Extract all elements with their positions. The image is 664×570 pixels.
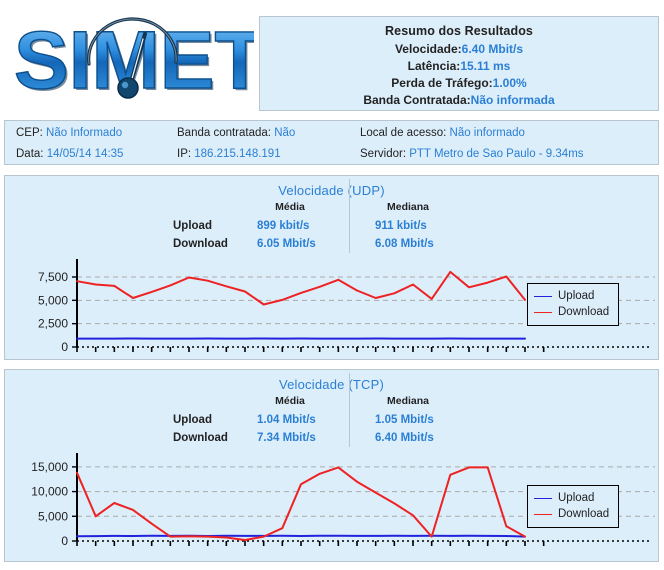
summary-row-perda: Perda de Tráfego:1.00% (260, 75, 658, 92)
summary-title: Resumo dos Resultados (385, 24, 533, 38)
summary-value-latencia: 15.11 ms (460, 59, 511, 73)
summary-value-velocidade: 6.40 Mbit/s (461, 42, 524, 56)
tcp-download-mediana: 6.40 Mbit/s (375, 432, 434, 444)
udp-header-mediana: Mediana (386, 201, 429, 213)
svg-text:0: 0 (61, 534, 68, 548)
udp-row-label-upload: Upload (173, 220, 212, 232)
svg-text:10,000: 10,000 (31, 485, 68, 499)
info-servidor-label: Servidor: (360, 148, 407, 160)
udp-upload-media: 899 kbit/s (257, 220, 310, 232)
tcp-chart-panel: Velocidade (TCP) Média Mediana Upload 1.… (4, 369, 659, 562)
simet-logo-icon: SIMET SIMET (13, 14, 254, 108)
download-line-swatch-icon (534, 513, 552, 515)
simet-report-page: SIMET SIMET Resumo dos Resultados Veloci… (0, 0, 664, 570)
summary-label-perda: Perda de Tráfego: (391, 76, 493, 90)
info-row-1: CEP: Não Informado Banda contratada: Não… (5, 127, 658, 148)
tcp-upload-mediana: 1.05 Mbit/s (375, 414, 434, 426)
upload-line-swatch-icon (534, 295, 552, 297)
udp-legend-upload: Upload (534, 288, 609, 304)
info-banda: Banda contratada: Não (177, 127, 295, 139)
info-banda-value: Não (274, 127, 296, 139)
udp-stats-table: Média Mediana Upload 899 kbit/s 911 kbit… (5, 179, 658, 255)
tcp-download-media: 7.34 Mbit/s (257, 432, 316, 444)
info-data: Data: 14/05/14 14:35 (16, 148, 123, 160)
info-panel: CEP: Não Informado Banda contratada: Não… (4, 120, 659, 165)
summary-value-banda: Não informada (470, 93, 555, 107)
info-data-label: Data: (16, 148, 44, 160)
tcp-header-media: Média (275, 395, 305, 407)
udp-legend-download-label: Download (558, 306, 610, 318)
tcp-legend-download-label: Download (558, 508, 610, 520)
header: SIMET SIMET Resumo dos Resultados Veloci… (0, 0, 664, 118)
udp-download-mediana: 6.08 Mbit/s (375, 238, 434, 250)
summary-label-banda: Banda Contratada: (363, 93, 471, 107)
info-servidor: Servidor: PTT Metro de Sao Paulo - 9.34m… (360, 148, 584, 160)
summary-panel: Resumo dos Resultados Velocidade:6.40 Mb… (259, 16, 659, 111)
info-local: Local de acesso: Não informado (360, 127, 525, 139)
tcp-row-label-upload: Upload (173, 414, 212, 426)
info-ip-label: IP: (177, 148, 192, 160)
svg-text:2,500: 2,500 (38, 317, 68, 331)
info-cep-value: Não Informado (46, 127, 123, 139)
udp-legend: Upload Download (527, 283, 620, 326)
udp-upload-mediana: 911 kbit/s (375, 220, 427, 232)
tcp-stats-divider (349, 373, 350, 447)
summary-label-latencia: Latência: (407, 59, 461, 73)
info-ip-value: 186.215.148.191 (194, 148, 281, 160)
udp-stats-divider (349, 179, 350, 253)
udp-chart-title: Velocidade (UDP) (278, 183, 385, 198)
info-data-value: 14/05/14 14:35 (46, 148, 124, 160)
udp-legend-download: Download (534, 304, 609, 320)
svg-text:5,000: 5,000 (38, 293, 68, 307)
summary-row-velocidade: Velocidade:6.40 Mbit/s (260, 41, 658, 58)
summary-row-banda: Banda Contratada:Não informada (260, 92, 658, 109)
info-local-value: Não informado (449, 127, 525, 139)
summary-label-velocidade: Velocidade: (394, 42, 462, 56)
simet-logo: SIMET SIMET (4, 6, 254, 112)
summary-row-latencia: Latência:15.11 ms (260, 58, 658, 75)
info-local-label: Local de acesso: (360, 127, 447, 139)
udp-legend-upload-label: Upload (558, 290, 595, 302)
tcp-row-label-download: Download (173, 432, 228, 444)
svg-text:7,500: 7,500 (38, 270, 68, 284)
summary-value-perda: 1.00% (492, 76, 527, 90)
udp-chart-panel: Velocidade (UDP) Média Mediana Upload 89… (4, 175, 659, 360)
svg-text:15,000: 15,000 (31, 460, 68, 474)
tcp-legend: Upload Download (527, 485, 620, 528)
tcp-legend-download: Download (534, 506, 609, 522)
udp-header-media: Média (275, 201, 305, 213)
tcp-stats-table: Média Mediana Upload 1.04 Mbit/s 1.05 Mb… (5, 373, 658, 449)
info-banda-label: Banda contratada: (177, 127, 271, 139)
tcp-chart-title: Velocidade (TCP) (278, 377, 385, 392)
udp-download-media: 6.05 Mbit/s (257, 238, 316, 250)
svg-text:5,000: 5,000 (38, 509, 68, 523)
info-row-2: Data: 14/05/14 14:35 IP: 186.215.148.191… (5, 148, 658, 169)
info-ip: IP: 186.215.148.191 (177, 148, 281, 160)
tcp-upload-media: 1.04 Mbit/s (257, 414, 316, 426)
udp-row-label-download: Download (173, 238, 228, 250)
info-cep: CEP: Não Informado (16, 127, 122, 139)
upload-line-swatch-icon (534, 497, 552, 499)
tcp-legend-upload-label: Upload (558, 492, 595, 504)
info-servidor-value: PTT Metro de Sao Paulo - 9.34ms (409, 148, 584, 160)
info-cep-label: CEP: (16, 127, 43, 139)
svg-text:0: 0 (61, 340, 68, 354)
tcp-legend-upload: Upload (534, 490, 609, 506)
download-line-swatch-icon (534, 311, 552, 313)
tcp-header-mediana: Mediana (386, 395, 429, 407)
